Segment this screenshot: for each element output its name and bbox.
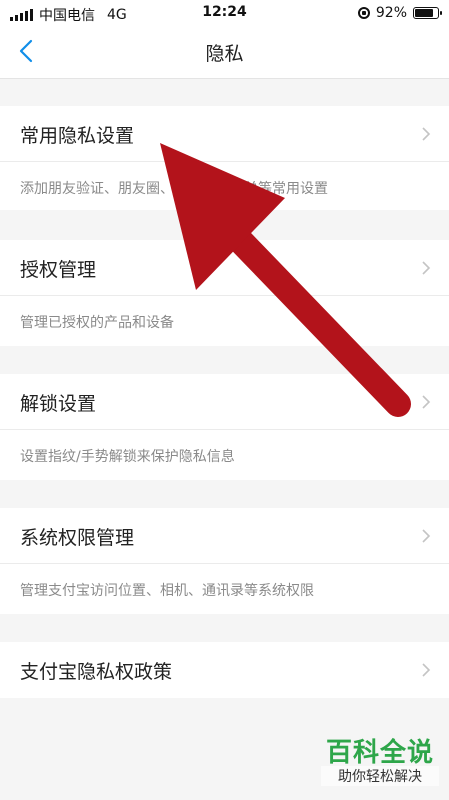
chevron-right-icon [422,261,431,275]
chevron-right-icon [422,663,431,677]
battery-percent: 92% [375,5,407,21]
row-system-permission-management[interactable]: 系统权限管理 [0,508,449,564]
status-bar: 中国电信 4G 12:24 92% [0,0,449,26]
section-unlock: 解锁设置 设置指纹/手势解锁来保护隐私信息 [0,374,449,480]
watermark-subtitle: 助你轻松解决 [321,766,439,786]
section-common-privacy: 常用隐私设置 添加朋友验证、朋友圈、通讯录黑名单等常用设置 [0,106,449,210]
row-description: 添加朋友验证、朋友圈、通讯录黑名单等常用设置 [20,181,328,197]
row-label: 支付宝隐私权政策 [20,661,173,683]
page-title: 隐私 [205,43,244,65]
row-description: 管理已授权的产品和设备 [20,315,174,331]
orientation-lock-icon [357,7,370,19]
status-right: 92% [357,5,442,21]
row-common-privacy-settings[interactable]: 常用隐私设置 [0,106,449,162]
section-authorization: 授权管理 管理已授权的产品和设备 [0,240,449,346]
row-label: 系统权限管理 [20,527,135,549]
chevron-right-icon [422,395,431,409]
row-description: 管理支付宝访问位置、相机、通讯录等系统权限 [20,583,314,599]
battery-icon [413,7,442,19]
chevron-right-icon [422,529,431,543]
chevron-right-icon [422,127,431,141]
row-label: 解锁设置 [20,393,97,415]
section-system-permissions: 系统权限管理 管理支付宝访问位置、相机、通讯录等系统权限 [0,508,449,614]
nav-bar: 隐私 [0,26,449,79]
watermark-logo: 百科全说 助你轻松解决 [321,732,439,790]
row-description: 设置指纹/手势解锁来保护隐私信息 [20,449,235,465]
section-privacy-policy: 支付宝隐私权政策 [0,642,449,698]
watermark-title: 百科全说 [325,738,434,768]
row-label: 授权管理 [20,259,97,281]
row-authorization-management[interactable]: 授权管理 [0,240,449,296]
row-alipay-privacy-policy[interactable]: 支付宝隐私权政策 [0,642,449,698]
row-label: 常用隐私设置 [20,125,135,147]
row-unlock-settings[interactable]: 解锁设置 [0,374,449,430]
